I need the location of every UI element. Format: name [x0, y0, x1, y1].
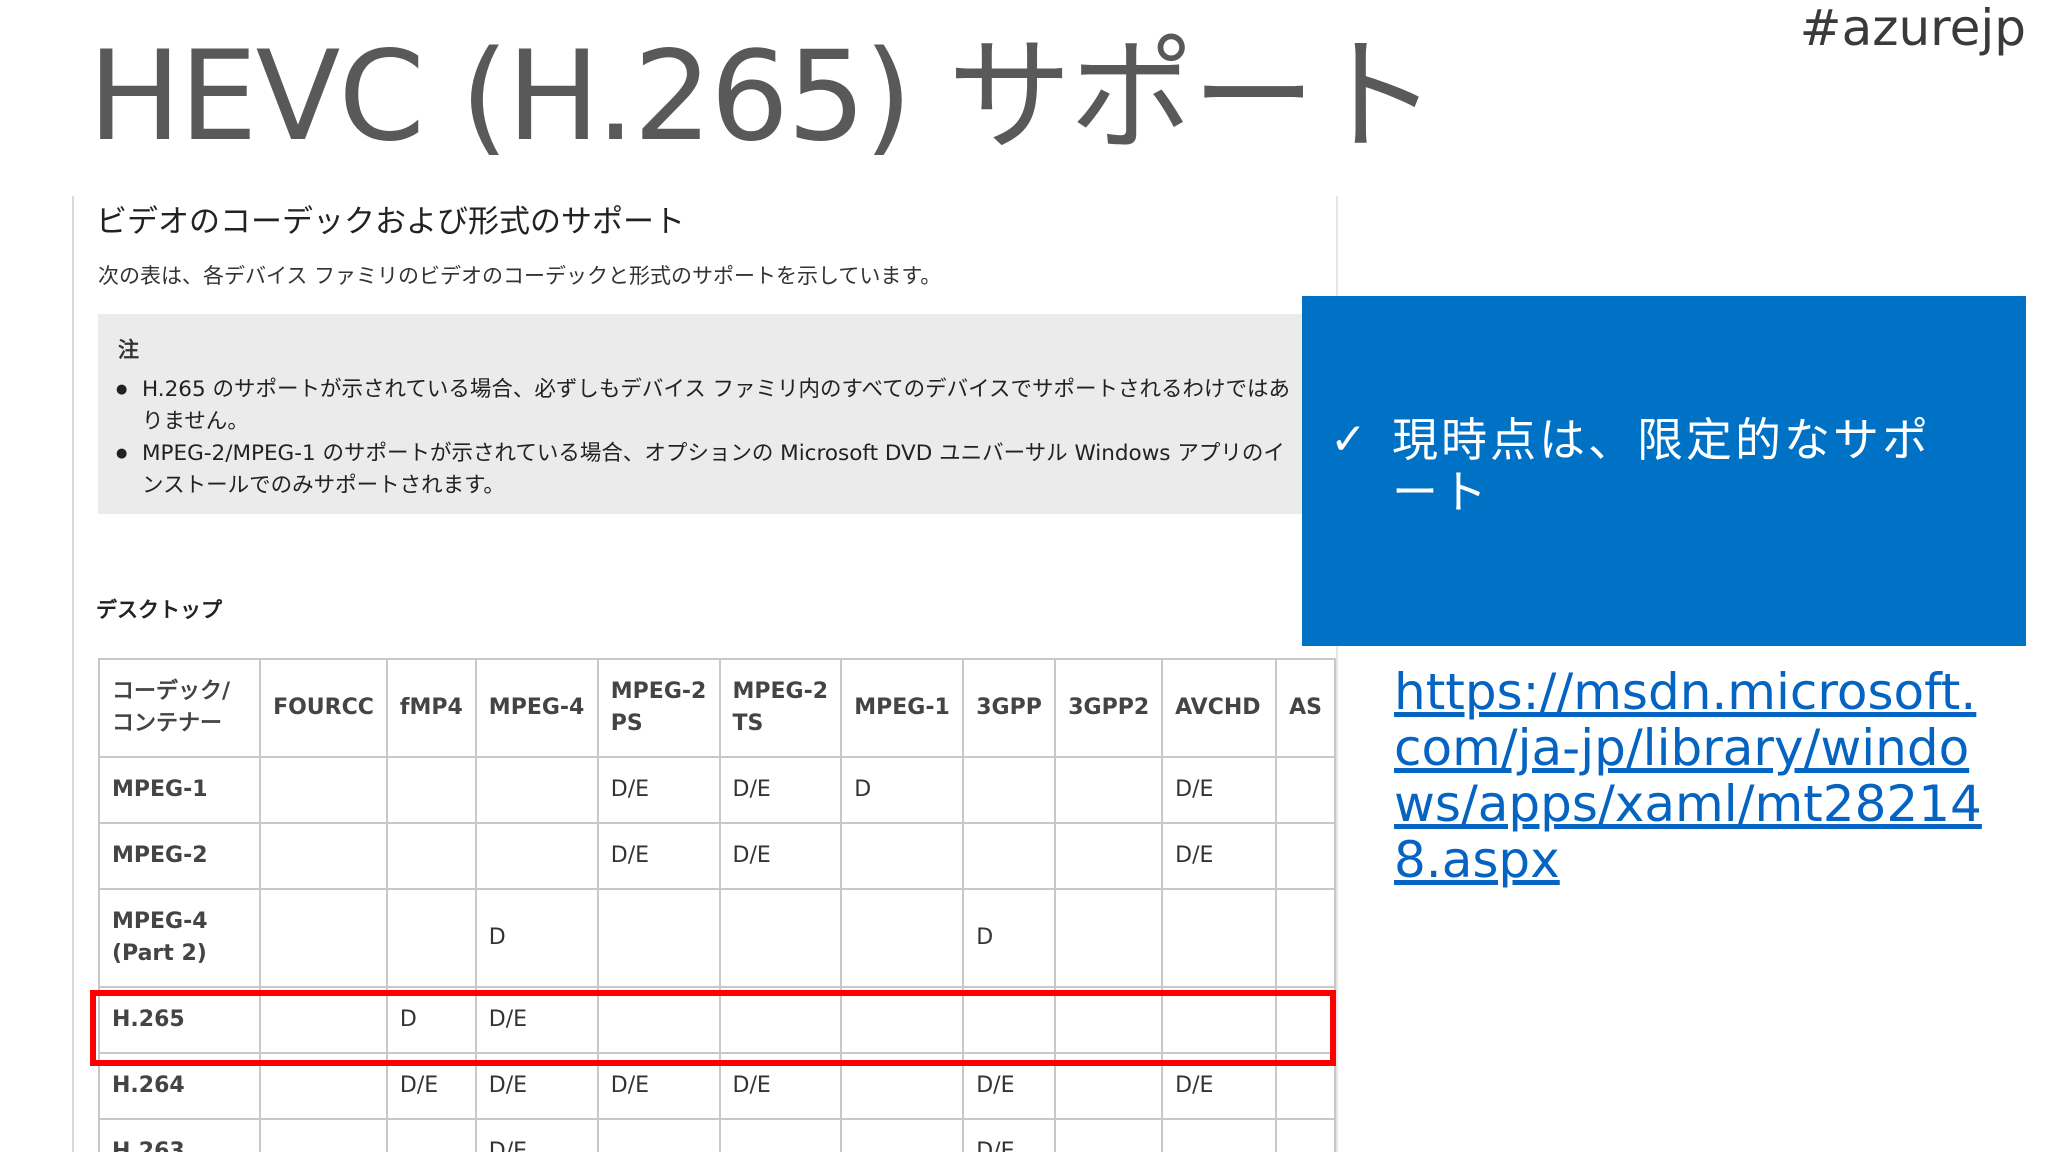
- hashtag: #azurejp: [1799, 0, 2026, 57]
- section-label-desktop: デスクトップ: [96, 598, 222, 622]
- table-cell: [596, 1118, 721, 1152]
- table-cell: D/E: [1161, 822, 1278, 890]
- table-cell: [1275, 756, 1336, 824]
- h265-highlight-box: [90, 990, 1336, 1066]
- table-header-cell: fMP4: [385, 658, 477, 758]
- table-cell: [259, 888, 388, 988]
- table-cell: [840, 822, 965, 890]
- table-row-header: MPEG-1: [97, 756, 262, 824]
- table-cell: [962, 822, 1057, 890]
- reference-link[interactable]: https://msdn.microsoft.com/ja-jp/library…: [1394, 664, 1994, 888]
- table-row-header: MPEG-2: [97, 822, 262, 890]
- table-cell: D: [840, 756, 965, 824]
- table-row: MPEG-4 (Part 2) D D: [97, 888, 1336, 988]
- note-box: 注 H.265 のサポートが示されている場合、必ずしもデバイス ファミリ内のすべ…: [98, 314, 1336, 514]
- table-row: H.263 D/E D/E: [97, 1118, 1336, 1152]
- table-cell: [385, 888, 477, 988]
- table-cell: [718, 888, 843, 988]
- table-cell: [840, 888, 965, 988]
- table-cell: [1054, 756, 1164, 824]
- table-cell: D/E: [596, 756, 721, 824]
- table-cell: [474, 822, 599, 890]
- callout-box: ✓ 現時点は、限定的なサポート: [1302, 296, 2026, 646]
- table-cell: D/E: [474, 1118, 599, 1152]
- note-item: MPEG-2/MPEG-1 のサポートが示されている場合、オプションの Micr…: [116, 438, 1302, 502]
- table-cell: [840, 1118, 965, 1152]
- table-cell: [1054, 822, 1164, 890]
- table-cell: D/E: [596, 822, 721, 890]
- slide-title: HEVC (H.265) サポート: [88, 25, 1438, 169]
- callout-text: 現時点は、限定的なサポート: [1392, 413, 1931, 519]
- table-cell: [1275, 1118, 1336, 1152]
- table-header-cell: FOURCC: [259, 658, 388, 758]
- codec-support-table: コーデック/コンテナー FOURCC fMP4 MPEG-4 MPEG-2 PS…: [97, 658, 1336, 1152]
- table-row-header: H.263: [97, 1118, 262, 1152]
- table-cell: [259, 1118, 388, 1152]
- table-header-cell: コーデック/コンテナー: [97, 658, 262, 758]
- doc-heading: ビデオのコーデックおよび形式のサポート: [96, 204, 685, 240]
- table-cell: [718, 1118, 843, 1152]
- table-cell: D: [474, 888, 599, 988]
- table-header-cell: 3GPP2: [1054, 658, 1164, 758]
- note-list: H.265 のサポートが示されている場合、必ずしもデバイス ファミリ内のすべての…: [98, 374, 1302, 502]
- table-cell: D/E: [718, 756, 843, 824]
- table-cell: [259, 756, 388, 824]
- table-cell: [259, 822, 388, 890]
- table-cell: [1054, 888, 1164, 988]
- table-cell: [385, 756, 477, 824]
- table-row: MPEG-2 D/E D/E D/E: [97, 822, 1336, 890]
- table-row: MPEG-1 D/E D/E D D/E: [97, 756, 1336, 824]
- doc-intro: 次の表は、各デバイス ファミリのビデオのコーデックと形式のサポートを示しています…: [98, 264, 942, 288]
- table-header-cell: MPEG-1: [840, 658, 965, 758]
- table-header-row: コーデック/コンテナー FOURCC fMP4 MPEG-4 MPEG-2 PS…: [97, 658, 1336, 758]
- table-cell: [385, 1118, 477, 1152]
- note-item: H.265 のサポートが示されている場合、必ずしもデバイス ファミリ内のすべての…: [116, 374, 1302, 438]
- table-cell: [1161, 888, 1278, 988]
- table-header-cell: 3GPP: [962, 658, 1057, 758]
- table-header-cell: AS: [1275, 658, 1336, 758]
- table-cell: D/E: [962, 1118, 1057, 1152]
- table-cell: [596, 888, 721, 988]
- table-cell: D: [962, 888, 1057, 988]
- checkmark-icon: ✓: [1330, 414, 1367, 465]
- table-cell: D/E: [1161, 756, 1278, 824]
- table-cell: D/E: [718, 822, 843, 890]
- table-header-cell: MPEG-2 PS: [596, 658, 721, 758]
- table-cell: [1054, 1118, 1164, 1152]
- note-title: 注: [118, 338, 139, 362]
- table-cell: [1275, 888, 1336, 988]
- table-cell: [1161, 1118, 1278, 1152]
- table-header-cell: AVCHD: [1161, 658, 1278, 758]
- table-cell: [962, 756, 1057, 824]
- table-header-cell: MPEG-4: [474, 658, 599, 758]
- table-cell: [385, 822, 477, 890]
- table-cell: [1275, 822, 1336, 890]
- table-header-cell: MPEG-2 TS: [718, 658, 843, 758]
- table-row-header: MPEG-4 (Part 2): [97, 888, 262, 988]
- table-cell: [474, 756, 599, 824]
